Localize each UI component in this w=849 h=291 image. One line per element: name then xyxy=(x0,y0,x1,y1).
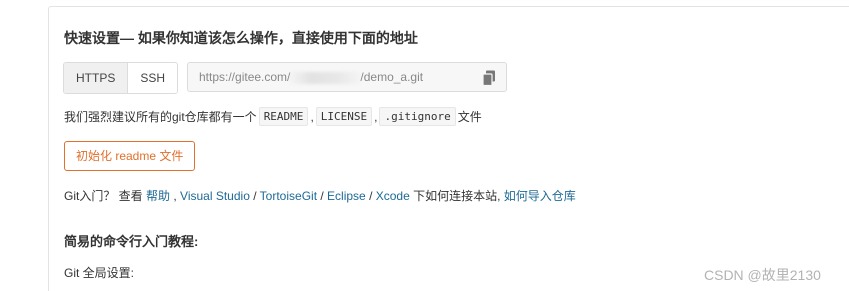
hint-text-before: 我们强烈建议所有的git仓库都有一个 xyxy=(64,110,257,124)
tortoisegit-link[interactable]: TortoiseGit xyxy=(260,189,317,203)
git-global-setup-label: Git 全局设置: xyxy=(64,266,135,280)
protocol-toggle: HTTPS SSH xyxy=(63,62,179,94)
guide-middle: 下如何连接本站, xyxy=(409,189,504,203)
git-guide-line: Git入门？ 查看 帮助 , Visual Studio / TortoiseG… xyxy=(64,187,576,204)
copy-icon[interactable] xyxy=(482,70,496,86)
ssh-button[interactable]: SSH xyxy=(128,63,178,93)
import-repo-link[interactable]: 如何导入仓库 xyxy=(504,189,576,203)
redacted-username xyxy=(290,71,361,84)
eclipse-link[interactable]: Eclipse xyxy=(327,189,366,203)
https-button[interactable]: HTTPS xyxy=(64,63,129,93)
cli-tutorial-title: 简易的命令行入门教程: xyxy=(64,234,199,249)
readme-hint: 我们强烈建议所有的git仓库都有一个 README , LICENSE , .g… xyxy=(64,107,482,126)
guide-sep-2: / xyxy=(317,189,328,203)
csdn-watermark: CSDN @故里2130 xyxy=(704,267,821,283)
repo-url-prefix: https://gitee.com/ xyxy=(199,70,291,84)
guide-prefix: Git入门？ 查看 xyxy=(64,189,147,203)
init-readme-button[interactable]: 初始化 readme 文件 xyxy=(64,141,196,171)
guide-sep-3: / xyxy=(365,189,376,203)
gitignore-code: .gitignore xyxy=(379,107,456,126)
xcode-link[interactable]: Xcode xyxy=(376,189,410,203)
repo-url-field[interactable]: https://gitee.com/ /demo_a.git xyxy=(187,62,507,92)
hint-text-after: 文件 xyxy=(457,110,482,124)
guide-sep-1: / xyxy=(249,189,260,203)
repo-url-text: https://gitee.com/ /demo_a.git xyxy=(188,70,423,84)
help-link[interactable]: 帮助 xyxy=(146,189,170,203)
quick-setup-title: 快速设置— 如果你知道该怎么操作，直接使用下面的地址 xyxy=(64,30,418,46)
readme-code: README xyxy=(258,107,309,126)
hint-sep-1: , xyxy=(310,109,314,124)
guide-sep-0: , xyxy=(170,189,181,203)
repo-url-suffix: /demo_a.git xyxy=(360,70,424,84)
visual-studio-link[interactable]: Visual Studio xyxy=(180,189,250,203)
hint-sep-2: , xyxy=(374,109,378,124)
license-code: LICENSE xyxy=(315,107,373,126)
